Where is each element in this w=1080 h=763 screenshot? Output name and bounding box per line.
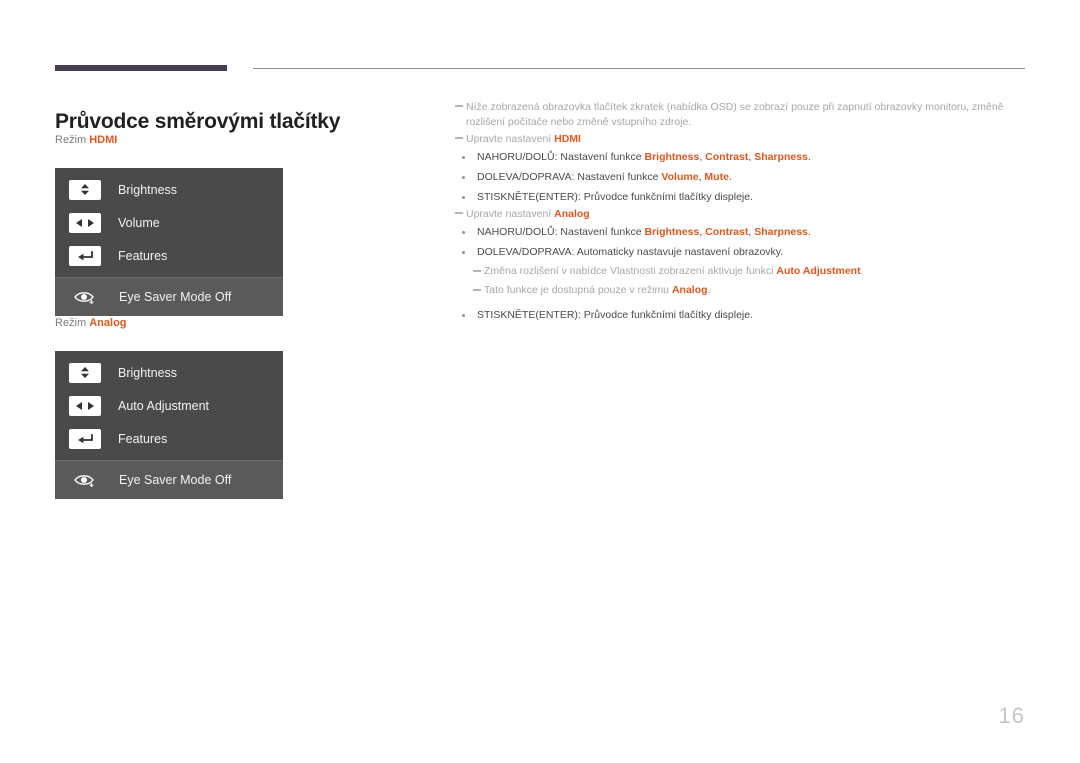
bullet-analog-updown: NAHORU/DOLŮ: Nastavení funkce Brightness…	[455, 222, 1030, 242]
bullet-text: DOLEVA/DOPRAVA: Automaticky nastavuje na…	[477, 246, 784, 258]
updown-arrow-key-icon	[69, 179, 101, 200]
mode-label-prefix: Režim	[55, 134, 90, 146]
subnote-highlight-analog: Analog	[671, 284, 708, 296]
osd-row-label: Brightness	[118, 365, 178, 380]
bullet-text-prefix: DOLEVA/DOPRAVA: Nastavení funkce	[477, 171, 662, 183]
note-adjust-analog: Upravte nastavení Analog	[455, 207, 1030, 222]
note-prefix: Upravte nastavení	[466, 133, 555, 145]
osd-menu-analog: Brightness Auto Adjustment Features Eye …	[55, 351, 283, 499]
note-highlight-hdmi: HDMI	[554, 133, 581, 145]
subnote-suffix: .	[707, 284, 711, 296]
osd-menu-hdmi: Brightness Volume Features Eye Saver Mod…	[55, 168, 283, 316]
bullet-highlight-brightness: Brightness	[644, 151, 700, 163]
bullet-hdmi-updown: NAHORU/DOLŮ: Nastavení funkce Brightness…	[455, 147, 1030, 167]
page-header-rules	[0, 0, 1080, 80]
subnote-suffix: .	[860, 265, 864, 277]
osd-row-label: Features	[118, 248, 168, 263]
bullet-suffix: .	[807, 226, 811, 238]
osd-row-label: Eye Saver Mode Off	[119, 473, 232, 487]
subnote-prefix: Tato funkce je dostupná pouze v režimu	[484, 284, 672, 296]
osd-row-label: Volume	[118, 215, 160, 230]
header-divider-line	[253, 68, 1025, 69]
mode-label-hdmi: Režim HDMI	[55, 134, 117, 146]
bullet-highlight-brightness: Brightness	[644, 226, 700, 238]
osd-row-brightness[interactable]: Brightness	[55, 356, 283, 389]
subnote-highlight-auto-adjustment: Auto Adjustment	[776, 265, 861, 277]
bullet-highlight-contrast: Contrast	[705, 151, 749, 163]
subnote-analog-only: Tato funkce je dostupná pouze v režimu A…	[473, 281, 1030, 300]
eye-saver-icon	[69, 287, 101, 307]
bullet-text: STISKNĚTE(ENTER): Průvodce funkčními tla…	[477, 309, 753, 321]
bullet-highlight-sharpness: Sharpness	[754, 151, 808, 163]
osd-row-brightness[interactable]: Brightness	[55, 173, 283, 206]
note-line-2: počítače nebo změně vstupního zdroje.	[508, 116, 692, 128]
bullet-suffix: .	[807, 151, 811, 163]
header-accent-bar	[55, 65, 227, 71]
note-highlight-analog: Analog	[554, 208, 590, 220]
osd-row-eye-saver-mode[interactable]: Eye Saver Mode Off	[55, 277, 283, 316]
enter-key-icon	[69, 245, 101, 266]
bullet-text-prefix: NAHORU/DOLŮ: Nastavení funkce	[477, 226, 645, 238]
osd-row-auto-adjustment[interactable]: Auto Adjustment	[55, 389, 283, 422]
note-osd-display-conditions: Níže zobrazená obrazovka tlačítek zkrate…	[455, 100, 1030, 130]
osd-row-volume[interactable]: Volume	[55, 206, 283, 239]
osd-row-label: Eye Saver Mode Off	[119, 290, 232, 304]
bullet-suffix: .	[728, 171, 732, 183]
subnote-prefix: Změna rozlišení v nabídce Vlastnosti zob…	[484, 265, 777, 277]
osd-row-features[interactable]: Features	[55, 239, 283, 272]
bullet-analog-enter: STISKNĚTE(ENTER): Průvodce funkčními tla…	[455, 305, 1030, 325]
leftright-arrow-key-icon	[69, 212, 101, 233]
osd-row-label: Brightness	[118, 182, 178, 197]
mode-label-value: HDMI	[89, 134, 118, 146]
bullet-highlight-volume: Volume	[661, 171, 699, 183]
instructions-column: Níže zobrazená obrazovka tlačítek zkrate…	[455, 100, 1030, 325]
osd-row-eye-saver-mode[interactable]: Eye Saver Mode Off	[55, 460, 283, 499]
eye-saver-icon	[69, 470, 101, 490]
bullet-highlight-mute: Mute	[704, 171, 729, 183]
osd-row-label: Features	[118, 431, 168, 446]
updown-arrow-key-icon	[69, 362, 101, 383]
subnote-auto-adjustment: Změna rozlišení v nabídce Vlastnosti zob…	[473, 262, 1030, 281]
note-prefix: Upravte nastavení	[466, 208, 555, 220]
bullet-highlight-contrast: Contrast	[705, 226, 749, 238]
mode-label-value: Analog	[89, 317, 127, 329]
enter-key-icon	[69, 428, 101, 449]
bullet-hdmi-leftright: DOLEVA/DOPRAVA: Nastavení funkce Volume,…	[455, 167, 1030, 187]
note-adjust-hdmi: Upravte nastavení HDMI	[455, 132, 1030, 147]
osd-row-features[interactable]: Features	[55, 422, 283, 455]
leftright-arrow-key-icon	[69, 395, 101, 416]
bullet-hdmi-enter: STISKNĚTE(ENTER): Průvodce funkčními tla…	[455, 187, 1030, 207]
mode-label-prefix: Režim	[55, 317, 90, 329]
bullet-highlight-sharpness: Sharpness	[754, 226, 808, 238]
bullet-text-prefix: NAHORU/DOLŮ: Nastavení funkce	[477, 151, 645, 163]
mode-label-analog: Režim Analog	[55, 317, 127, 329]
bullet-text: STISKNĚTE(ENTER): Průvodce funkčními tla…	[477, 191, 753, 203]
page-title: Průvodce směrovými tlačítky	[55, 110, 341, 134]
bullet-analog-leftright: DOLEVA/DOPRAVA: Automaticky nastavuje na…	[455, 242, 1030, 262]
page-number: 16	[998, 703, 1025, 728]
osd-row-label: Auto Adjustment	[118, 398, 210, 413]
